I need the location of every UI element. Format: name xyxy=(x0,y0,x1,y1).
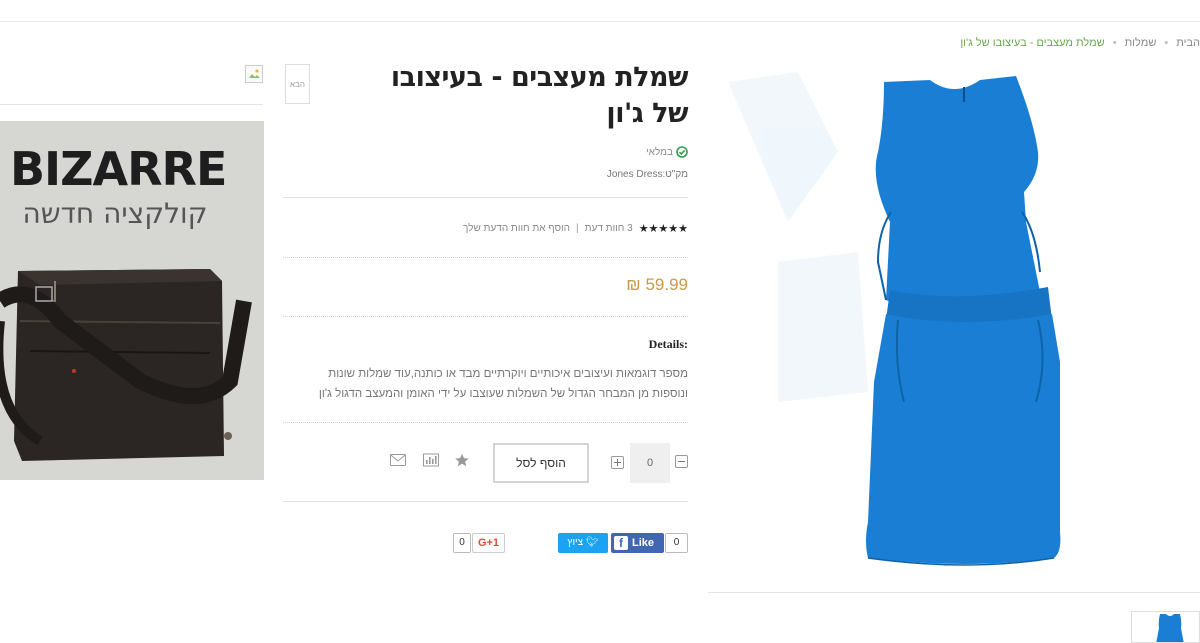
stock-status: במלאי xyxy=(646,146,688,158)
breadcrumb-current[interactable]: שמלת מעצבים - בעיצובו של ג'ון xyxy=(960,37,1104,49)
compare-chart-icon[interactable] xyxy=(423,453,439,467)
rating-stars: ★★★★★ xyxy=(638,223,688,235)
social-share: 0 f Like 🐦︎ ציוץ G+1 0 xyxy=(448,533,688,553)
breadcrumb-separator: • xyxy=(1112,37,1117,49)
divider xyxy=(283,257,688,258)
product-price: 59.99 ₪ xyxy=(626,275,688,294)
description-line: ונוספות מן המבחר הגדול של השמלות שעוצבו … xyxy=(318,388,688,400)
banner-brand-logo: BIZARRE xyxy=(10,142,227,196)
twitter-icon: 🐦︎ xyxy=(585,537,599,548)
facebook-like-label: Like xyxy=(632,537,655,549)
broken-image-icon xyxy=(245,65,263,83)
divider xyxy=(283,197,688,198)
facebook-like-button[interactable]: f Like xyxy=(611,533,664,553)
top-bar xyxy=(0,0,1200,22)
description-line: מספר דוגמאות ועיצובים איכותיים ויוקרתיים… xyxy=(328,368,688,380)
next-product-button[interactable]: הבא xyxy=(285,64,310,104)
add-review-link[interactable]: הוסף את חוות הדעת שלך xyxy=(463,223,570,234)
tweet-label: ציוץ xyxy=(567,537,584,548)
quantity-minus-icon[interactable] xyxy=(675,455,688,468)
promo-banner[interactable]: BIZARRE קולקציה חדשה xyxy=(0,121,264,480)
add-to-cart-button[interactable]: הוסף לסל xyxy=(493,443,589,483)
google-plus-button[interactable]: G+1 xyxy=(472,533,505,553)
wishlist-star-icon[interactable] xyxy=(454,453,470,467)
product-main-image[interactable] xyxy=(718,62,1200,582)
reviews-count-link[interactable]: 3 חוות דעת xyxy=(585,223,633,234)
check-circle-icon xyxy=(676,146,688,158)
product-thumbnail[interactable] xyxy=(1131,611,1200,643)
facebook-icon: f xyxy=(614,536,628,550)
breadcrumb-separator: • xyxy=(1164,37,1169,49)
dress-image xyxy=(728,72,1061,566)
email-icon[interactable] xyxy=(390,453,406,467)
divider xyxy=(283,422,688,423)
product-title: שמלת מעצבים - בעיצובו של ג'ון xyxy=(390,62,689,129)
breadcrumb: הבית • שמלות • שמלת מעצבים - בעיצובו של ג'ון xyxy=(960,37,1200,49)
divider xyxy=(283,316,688,317)
google-plus-count: 0 xyxy=(453,533,471,553)
divider xyxy=(283,501,688,502)
tweet-button[interactable]: 🐦︎ ציוץ xyxy=(558,533,608,553)
leather-bag-image xyxy=(0,269,252,461)
banner-subtitle: קולקציה חדשה xyxy=(22,197,208,230)
breadcrumb-home[interactable]: הבית xyxy=(1176,37,1200,49)
rating-separator: | xyxy=(576,223,579,234)
dress-thumbnail-image xyxy=(1156,614,1184,642)
product-description: מספר דוגמאות ועיצובים איכותיים ויוקרתיים… xyxy=(283,364,688,404)
rating-row: ★★★★★ 3 חוות דעת | הוסף את חוות הדעת שלך xyxy=(463,222,688,235)
product-sku: מק"ט:Jones Dress xyxy=(606,169,688,180)
quantity-input[interactable] xyxy=(630,443,670,483)
image-divider xyxy=(708,592,1200,593)
stock-label: במלאי xyxy=(646,146,673,158)
image-placeholder-icon xyxy=(249,69,260,78)
divider xyxy=(0,104,263,105)
breadcrumb-category[interactable]: שמלות xyxy=(1125,37,1157,49)
details-heading: Details: xyxy=(648,337,688,351)
quantity-plus-icon[interactable] xyxy=(611,456,624,469)
facebook-like-count: 0 xyxy=(665,533,688,553)
